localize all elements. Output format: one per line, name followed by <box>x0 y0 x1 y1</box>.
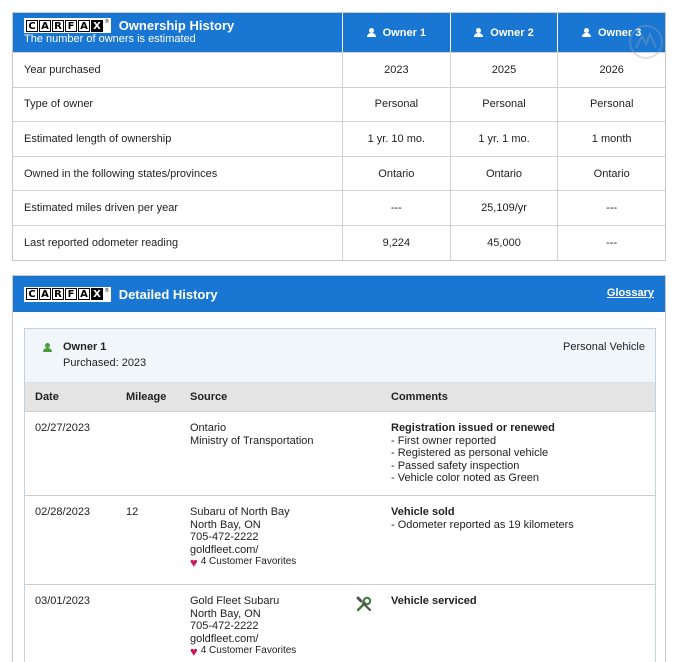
table-row: 02/28/2023 12 Subaru of North Bay North … <box>25 496 655 585</box>
customer-favorites[interactable]: ♥ 4 Customer Favorites <box>190 645 296 658</box>
owner-vehicle-type: Personal Vehicle <box>563 341 645 353</box>
heart-icon: ♥ <box>190 554 198 570</box>
owner-purchased: Purchased: 2023 <box>63 357 147 369</box>
record-source: Ontario Ministry of Transportation <box>190 422 314 447</box>
column-mileage: Mileage <box>126 391 167 403</box>
carfax-logo: C A R F A X ® <box>24 18 111 33</box>
person-icon <box>581 28 591 37</box>
ownership-title-cell: C A R F A X ® Ownership History The number of … <box>13 13 342 52</box>
record-source: Subaru of North Bay North Bay, ON 705-47… <box>190 506 297 570</box>
owner-1-header: Owner 1 <box>342 13 450 52</box>
ownership-subtitle: The number of owners is estimated <box>24 33 196 45</box>
owner-summary: Owner 1 Purchased: 2023 Personal Vehicle <box>25 329 655 383</box>
detailed-history-title: Detailed History <box>118 286 218 302</box>
owner-2-header: Owner 2 <box>449 13 558 52</box>
wrench-icon <box>356 596 372 612</box>
record-comments: Vehicle serviced <box>391 595 477 607</box>
ownership-row: Estimated length of ownership 1 yr. 10 m… <box>13 121 665 156</box>
person-icon <box>366 28 376 37</box>
detailed-history-header: C A R F A X ® Detailed History <box>13 276 665 312</box>
carfax-logo: C A R F A X ® <box>24 286 111 302</box>
customer-favorites[interactable]: ♥ 4 Customer Favorites <box>190 556 296 569</box>
ownership-row: Type of owner Personal Personal Personal <box>13 86 665 122</box>
record-comments: Vehicle sold - Odometer reported as 19 k… <box>391 506 574 531</box>
history-table-header: Date Mileage Source Comments <box>25 383 655 412</box>
ownership-title: Ownership History <box>118 18 235 33</box>
ownership-header: C A R F A X ® Ownership History The number of … <box>13 13 665 52</box>
column-source: Source <box>190 391 228 403</box>
record-comments: Registration issued or renewed - First o… <box>391 422 555 485</box>
record-source: Gold Fleet Subaru North Bay, ON 705-472-… <box>190 595 297 659</box>
person-icon <box>43 343 52 352</box>
column-comments: Comments <box>391 391 448 403</box>
ownership-history-card: C A R F A X ® Ownership History The number of … <box>12 12 666 261</box>
owner-1-history-box: Owner 1 Purchased: 2023 Personal Vehicle… <box>24 328 656 662</box>
table-row: 02/27/2023 Ontario Ministry of Transport… <box>25 412 655 496</box>
detailed-history-card: C A R F A X ® Detailed History Glossary Owner … <box>12 275 666 662</box>
column-date: Date <box>35 391 59 403</box>
ownership-row: Owned in the following states/provinces … <box>13 155 665 191</box>
ownership-row: Year purchased 2023 2025 2026 <box>13 52 665 87</box>
table-row: 03/01/2023 Gold Fleet Subaru North Bay, … <box>25 585 655 662</box>
watermark-icon <box>629 25 663 59</box>
person-icon <box>474 28 484 37</box>
ownership-row: Estimated miles driven per year --- 25,1… <box>13 190 665 225</box>
glossary-link[interactable]: Glossary <box>607 287 654 299</box>
heart-icon: ♥ <box>190 643 198 659</box>
ownership-row: Last reported odometer reading 9,224 45,… <box>13 224 665 260</box>
owner-name: Owner 1 <box>63 341 107 353</box>
